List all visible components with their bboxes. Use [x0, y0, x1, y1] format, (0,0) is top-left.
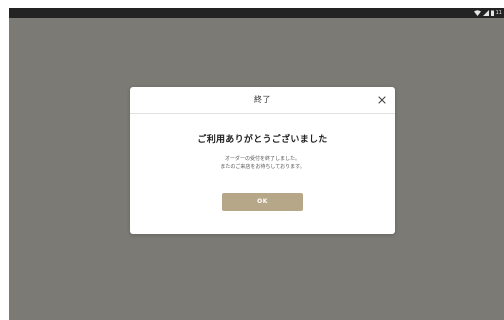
wifi-icon [473, 10, 481, 16]
battery-icon [490, 10, 494, 16]
signal-icon [482, 10, 489, 16]
dialog-heading: ご利用ありがとうございました [197, 135, 328, 145]
status-time: 11 [495, 10, 502, 16]
dialog-header: 終了 [130, 87, 395, 114]
device-bezel [0, 0, 9, 320]
dialog-message-line-2: またのご来店をお待ちしております。 [220, 164, 305, 170]
ok-button[interactable]: OK [222, 193, 303, 211]
close-icon[interactable] [377, 95, 387, 105]
dialog-message: オーダーの受付を終了しました。 またのご来店をお待ちしております。 [130, 155, 395, 171]
end-dialog: 終了 ご利用ありがとうございました オーダーの受付を終了しました。 またのご来店… [130, 87, 395, 234]
dialog-title: 終了 [254, 95, 271, 104]
dialog-message-line-1: オーダーの受付を終了しました。 [224, 156, 300, 162]
status-icons: 11 [473, 9, 502, 17]
status-bar: 11 [9, 8, 504, 18]
app-screen-overlay: 11 終了 ご利用ありがとうございました オーダーの受付を終了しました。 またの… [9, 8, 504, 320]
